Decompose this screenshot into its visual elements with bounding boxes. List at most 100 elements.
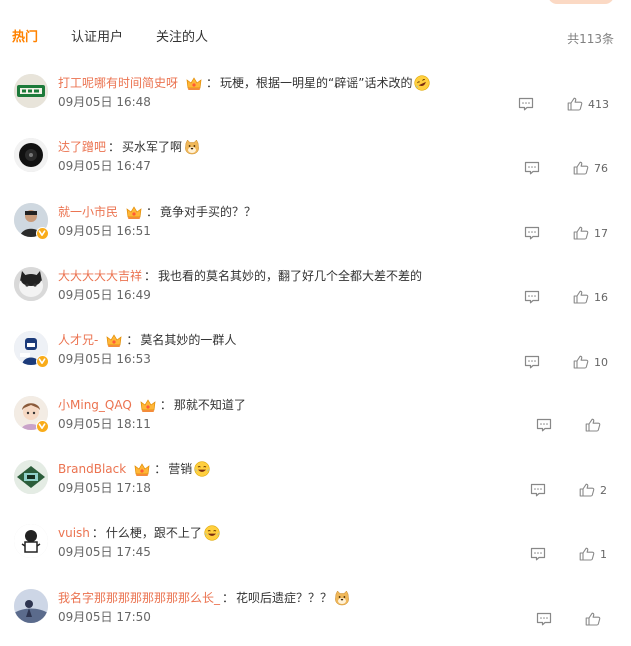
comment-item: 人才兄- ：莫名其妙的一群人 09月05日 16:53 10 [0,327,631,387]
crown-badge-icon [140,398,156,413]
comment-line: 打工呢哪有时间简史呀 ：玩梗，根据一明星的“辟谣”话术改的 [58,74,431,92]
username-link[interactable]: 达了蹭吧 [58,138,106,156]
doge-emoji [334,590,350,606]
username-link[interactable]: 人才兄- [58,331,98,349]
username-link[interactable]: 打工呢哪有时间简史呀 [58,74,178,92]
colon-separator: ： [144,269,157,283]
like-icon[interactable] [585,418,601,432]
avatar[interactable] [14,138,48,172]
comment-tabs: 热门 认证用户 关注的人 共113条 [0,29,631,49]
reply-icon[interactable] [524,355,540,369]
username-link[interactable]: 小Ming_QAQ [58,396,132,414]
laugh-cry-emoji [194,461,210,477]
reply-icon[interactable] [524,161,540,175]
comment-item: 达了蹭吧：买水军了啊 09月05日 16:47 76 [0,134,631,194]
reply-icon[interactable] [524,226,540,240]
like-icon[interactable] [573,161,589,175]
like-icon[interactable] [567,97,583,111]
comment-timestamp: 09月05日 17:18 [58,481,151,495]
like-icon[interactable] [573,226,589,240]
username-link[interactable]: 大大大大大吉祥 [58,267,142,285]
avatar[interactable] [14,589,48,623]
like-icon[interactable] [585,612,601,626]
like-count: 16 [594,291,608,304]
colon-separator: ： [108,140,121,154]
comment-total-count: 共113条 [567,32,614,46]
colon-separator: ： [154,462,167,476]
comment-text: 玩梗，根据一明星的“辟谣”话术改的 [220,76,413,90]
avatar[interactable] [14,267,48,301]
comment-item: 我名字那那那那那那那那么长_：花呗后遗症？？？ 09月05日 17:50 [0,585,631,645]
doge-emoji [184,139,200,155]
avatar[interactable] [14,74,48,108]
comment-text: 那就不知道了 [173,398,246,412]
colon-separator: ： [206,76,219,90]
username-link[interactable]: BrandBlack [58,460,126,478]
comment-line: BrandBlack ：营销 [58,460,210,478]
comment-item: vuish：什么梗，跟不上了 09月05日 17:45 1 [0,520,631,580]
comment-timestamp: 09月05日 16:48 [58,95,151,109]
comment-item: BrandBlack ：营销 09月05日 17:18 2 [0,456,631,516]
comment-item: 打工呢哪有时间简史呀 ：玩梗，根据一明星的“辟谣”话术改的 09月05日 16:48… [0,70,631,130]
comment-line: 大大大大大吉祥：我也看的莫名其妙的，翻了好几个全都大差不差的 [58,267,422,285]
crown-badge-icon [186,76,202,91]
comment-line: 小Ming_QAQ ：那就不知道了 [58,396,246,414]
comment-timestamp: 09月05日 16:51 [58,224,151,238]
comment-line: 就一小市民 ：竟争对手买的？？ [58,203,256,221]
colon-separator: ： [146,205,159,219]
reply-icon[interactable] [530,483,546,497]
reply-icon[interactable] [536,418,552,432]
crown-badge-icon [126,205,142,220]
like-icon[interactable] [573,355,589,369]
username-link[interactable]: 就一小市民 [58,203,118,221]
comment-text: 竟争对手买的？？ [160,205,257,219]
like-count: 17 [594,227,608,240]
reply-icon[interactable] [518,97,534,111]
comment-line: 达了蹭吧：买水军了啊 [58,138,200,156]
comment-text: 我也看的莫名其妙的，翻了好几个全都大差不差的 [158,269,423,283]
avatar[interactable] [14,460,48,494]
like-count: 76 [594,162,608,175]
comment-line: 人才兄- ：莫名其妙的一群人 [58,331,236,349]
like-icon[interactable] [579,547,595,561]
like-icon[interactable] [579,483,595,497]
comment-item: 大大大大大吉祥：我也看的莫名其妙的，翻了好几个全都大差不差的 09月05日 16:… [0,263,631,323]
reply-icon[interactable] [524,290,540,304]
colon-separator: ： [126,333,139,347]
colon-separator: ： [91,526,104,540]
comment-text: 莫名其妙的一群人 [140,333,237,347]
reply-icon[interactable] [530,547,546,561]
reply-icon[interactable] [536,612,552,626]
tab-verified-users[interactable]: 认证用户 [71,29,123,47]
like-icon[interactable] [573,290,589,304]
comment-item: 就一小市民 ：竟争对手买的？？ 09月05日 16:51 17 [0,199,631,259]
verified-badge-icon [36,420,49,433]
colon-separator: ： [159,398,172,412]
like-count: 10 [594,356,608,369]
comment-item: 小Ming_QAQ ：那就不知道了 09月05日 18:11 [0,392,631,452]
comment-line: 我名字那那那那那那那那么长_：花呗后遗症？？？ [58,589,350,607]
comment-text: 营销 [168,462,193,476]
avatar[interactable] [14,524,48,558]
comment-line: vuish：什么梗，跟不上了 [58,524,220,542]
verified-badge-icon [36,227,49,240]
like-count: 2 [600,484,607,497]
comment-timestamp: 09月05日 18:11 [58,417,151,431]
comment-timestamp: 09月05日 17:45 [58,545,151,559]
top-button-edge[interactable] [548,0,614,4]
username-link[interactable]: vuish [58,524,90,542]
tab-hot[interactable]: 热门 [12,29,38,47]
username-link[interactable]: 我名字那那那那那那那那么长_ [58,589,220,607]
verified-badge-icon [36,355,49,368]
comment-timestamp: 09月05日 16:53 [58,352,151,366]
comment-text: 买水军了啊 [122,140,183,154]
tab-following[interactable]: 关注的人 [156,29,208,47]
comment-text: 花呗后遗症？？？ [236,591,333,605]
crown-badge-icon [134,462,150,477]
laugh-cry-emoji [204,525,220,541]
comment-text: 什么梗，跟不上了 [105,526,202,540]
like-count: 413 [588,98,609,111]
comment-timestamp: 09月05日 16:49 [58,288,151,302]
crown-badge-icon [106,333,122,348]
comment-timestamp: 09月05日 17:50 [58,610,151,624]
